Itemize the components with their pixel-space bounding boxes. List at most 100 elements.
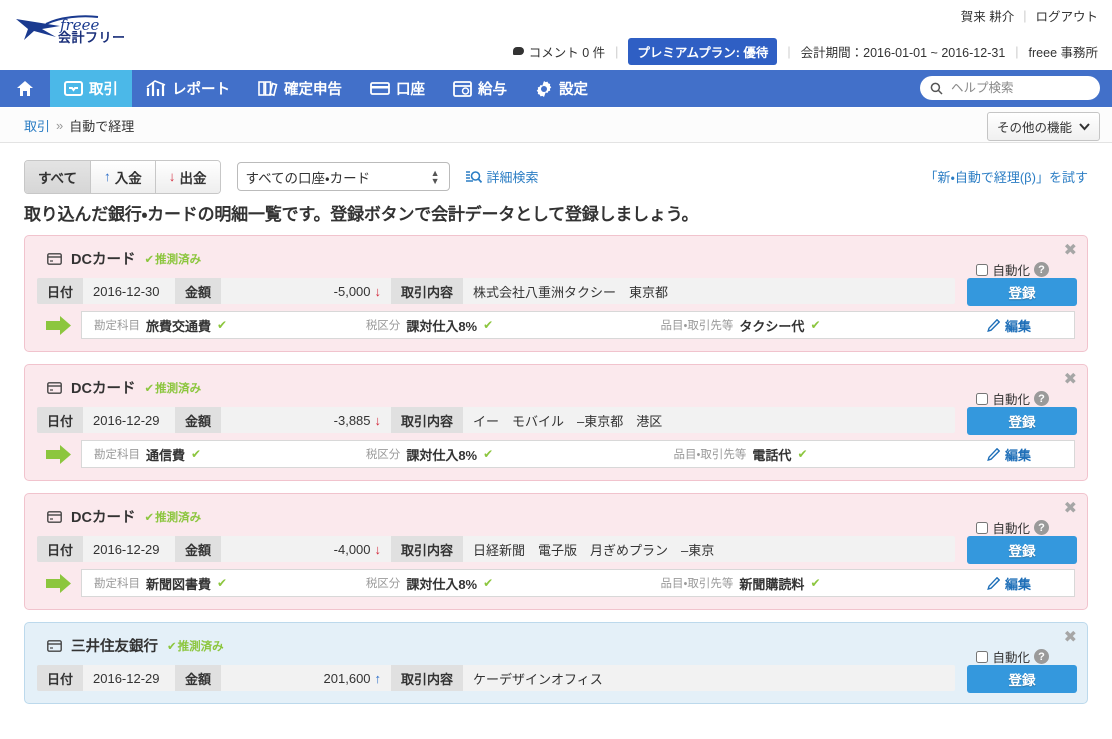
item-partner-label: 品目・取引先等: [661, 317, 734, 333]
help-icon[interactable]: ?: [1034, 262, 1049, 277]
date-value[interactable]: 2016-12-29: [83, 665, 175, 691]
register-button[interactable]: 登録: [967, 665, 1077, 693]
office-name[interactable]: freee 事務所: [1029, 42, 1098, 61]
help-icon[interactable]: ?: [1034, 391, 1049, 406]
tax-class-field[interactable]: 税区分 課対仕入8% ✔: [322, 574, 537, 593]
help-icon[interactable]: ?: [1034, 520, 1049, 535]
item-partner-field[interactable]: 品目・取引先等 電話代 ✔: [537, 445, 944, 464]
transaction-card: ✖ 自動化 ? 登録 DCカード ✔推測済み 日付 2016-12-29 金額 …: [24, 493, 1088, 610]
item-partner-field[interactable]: 品目・取引先等 タクシー代 ✔: [537, 316, 944, 335]
breadcrumb-parent[interactable]: 取引: [24, 116, 50, 135]
date-value[interactable]: 2016-12-29: [83, 536, 175, 562]
card-icon: [47, 382, 62, 394]
account-links: 賀来 耕介 | ログアウト: [961, 6, 1098, 25]
filter-all-label: すべて: [38, 167, 77, 187]
amount-cell[interactable]: -3,885 ↓: [221, 407, 391, 433]
item-partner-label: 品目・取引先等: [674, 446, 747, 462]
edit-button[interactable]: 編集: [944, 574, 1074, 593]
nav-item-settings[interactable]: 設定: [521, 70, 602, 107]
divider: |: [787, 45, 790, 59]
card-header: DCカード ✔推測済み: [37, 246, 1075, 278]
edit-button[interactable]: 編集: [944, 316, 1074, 335]
nav-item-tax-return[interactable]: 確定申告: [244, 70, 356, 107]
description-value[interactable]: 日経新聞 電子版 月ぎめプラン –東京: [463, 536, 955, 562]
filter-all-button[interactable]: すべて: [25, 161, 91, 193]
type-filter-group: すべて ↑ 入金 ↓ 出金: [24, 160, 221, 194]
help-search[interactable]: [920, 76, 1100, 100]
close-icon[interactable]: ✖: [1064, 371, 1077, 387]
card-icon: [47, 640, 62, 652]
register-button[interactable]: 登録: [967, 278, 1077, 306]
edit-button[interactable]: 編集: [944, 445, 1074, 464]
check-icon: ✔: [810, 576, 820, 590]
tax-class-field[interactable]: 税区分 課対仕入8% ✔: [322, 445, 537, 464]
description-value[interactable]: 株式会社八重洲タクシー 東京都: [463, 278, 955, 304]
close-icon[interactable]: ✖: [1064, 242, 1077, 258]
edit-label: 編集: [1005, 316, 1031, 335]
help-search-input[interactable]: [949, 80, 1089, 96]
description-label: 取引内容: [391, 278, 463, 304]
automate-label: 自動化: [992, 518, 1030, 537]
nav-item-transactions[interactable]: 取引: [50, 70, 132, 107]
automate-toggle[interactable]: 自動化 ?: [976, 518, 1049, 537]
account-item-label: 勘定科目: [94, 317, 140, 333]
user-name[interactable]: 賀来 耕介: [961, 6, 1014, 25]
plan-badge[interactable]: プレミアムプラン: 優待: [628, 38, 777, 65]
filter-income-button[interactable]: ↑ 入金: [91, 161, 156, 193]
description-value[interactable]: イー モバイル –東京都 港区: [463, 407, 955, 433]
transaction-list: ✖ 自動化 ? 登録 DCカード ✔推測済み 日付 2016-12-30 金額 …: [0, 235, 1112, 704]
automate-toggle[interactable]: 自動化 ?: [976, 389, 1049, 408]
automate-toggle[interactable]: 自動化 ?: [976, 260, 1049, 279]
close-icon[interactable]: ✖: [1064, 500, 1077, 516]
nav-item-payroll[interactable]: 給与: [439, 70, 521, 107]
automate-checkbox[interactable]: [976, 393, 988, 405]
date-label: 日付: [37, 665, 83, 691]
nav-label: 口座: [396, 78, 425, 99]
item-partner-field[interactable]: 品目・取引先等 新聞購読料 ✔: [537, 574, 944, 593]
card-icon: [47, 511, 62, 523]
date-value[interactable]: 2016-12-29: [83, 407, 175, 433]
amount-cell[interactable]: 201,600 ↑: [221, 665, 391, 691]
account-item-field[interactable]: 勘定科目 通信費 ✔: [82, 445, 322, 464]
nav-item-reports[interactable]: レポート: [132, 70, 244, 107]
item-partner-value: 新聞購読料: [739, 574, 804, 593]
automate-checkbox[interactable]: [976, 522, 988, 534]
edit-label: 編集: [1005, 445, 1031, 464]
account-item-value: 新聞図書費: [146, 574, 211, 593]
comment-label: コメント 0 件: [529, 42, 605, 61]
tax-class-field[interactable]: 税区分 課対仕入8% ✔: [322, 316, 537, 335]
detail-wrap: 勘定科目 旅費交通費 ✔ 税区分 課対仕入8% ✔ 品目・取引先等 タクシー代 …: [37, 311, 1075, 339]
account-item-field[interactable]: 勘定科目 新聞図書費 ✔: [82, 574, 322, 593]
register-button[interactable]: 登録: [967, 407, 1077, 435]
transaction-card: ✖ 自動化 ? 登録 三井住友銀行 ✔推測済み 日付 2016-12-29 金額…: [24, 622, 1088, 704]
help-icon[interactable]: ?: [1034, 649, 1049, 664]
filter-expense-button[interactable]: ↓ 出金: [156, 161, 220, 193]
check-icon: ✔: [483, 447, 493, 461]
automate-toggle[interactable]: 自動化 ?: [976, 647, 1049, 666]
amount-value: -3,885: [334, 413, 371, 428]
nav-item-accounts[interactable]: 口座: [356, 70, 439, 107]
transaction-main-row: 日付 2016-12-30 金額 -5,000 ↓ 取引内容 株式会社八重洲タク…: [37, 278, 955, 304]
account-select[interactable]: すべての口座・カード ▲▼: [237, 162, 450, 191]
amount-cell[interactable]: -5,000 ↓: [221, 278, 391, 304]
nav-item-home[interactable]: [0, 70, 50, 107]
automate-checkbox[interactable]: [976, 264, 988, 276]
description-label: 取引内容: [391, 407, 463, 433]
comment-link[interactable]: コメント 0 件: [513, 42, 605, 61]
amount-value: 201,600: [324, 671, 371, 686]
register-button[interactable]: 登録: [967, 536, 1077, 564]
arrow-right-icon: [37, 316, 81, 335]
description-value[interactable]: ケーデザインオフィス: [463, 665, 955, 691]
nav-label: 設定: [559, 78, 588, 99]
main-navigation: 取引 レポート 確定申告 口座 給与 設定: [0, 70, 1112, 107]
account-item-field[interactable]: 勘定科目 旅費交通費 ✔: [82, 316, 322, 335]
logout-link[interactable]: ログアウト: [1035, 6, 1098, 25]
detail-search-link[interactable]: 詳細検索: [466, 167, 539, 186]
amount-cell[interactable]: -4,000 ↓: [221, 536, 391, 562]
other-functions-button[interactable]: その他の機能: [987, 112, 1100, 141]
date-value[interactable]: 2016-12-30: [83, 278, 175, 304]
try-new-beta-link[interactable]: 「新・自動で経理(β)」を試す: [924, 167, 1088, 186]
arrow-down-icon: ↓: [375, 284, 382, 299]
close-icon[interactable]: ✖: [1064, 629, 1077, 645]
automate-checkbox[interactable]: [976, 651, 988, 663]
